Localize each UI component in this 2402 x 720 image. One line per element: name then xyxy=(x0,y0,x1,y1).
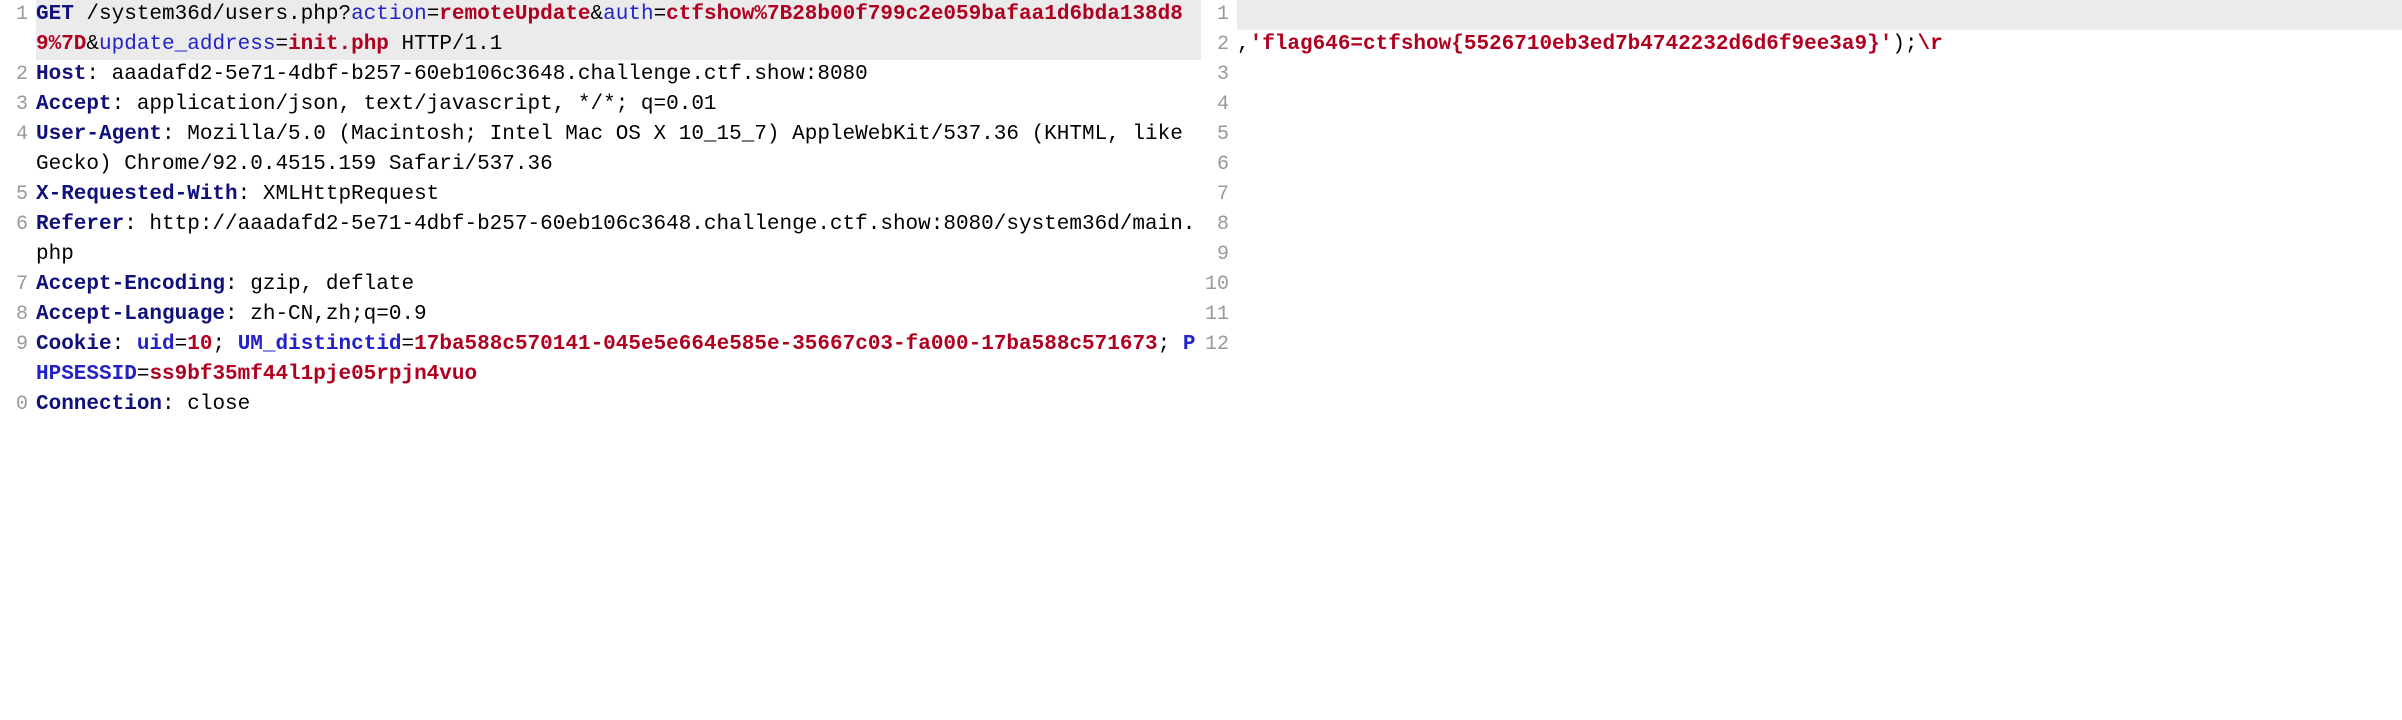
request-line[interactable]: X-Requested-With: XMLHttpRequest xyxy=(36,183,439,206)
request-segment: : XMLHttpRequest xyxy=(238,183,440,206)
response-line-number: 11 xyxy=(1201,300,1229,330)
request-segment: : zh-CN,zh;q=0.9 xyxy=(225,303,427,326)
split-view: 1 234 56 789 0 GET /system36d/users.php?… xyxy=(0,0,2402,720)
request-line-number: 7 xyxy=(0,270,28,300)
request-segment: User-Agent xyxy=(36,123,162,146)
request-segment: : aaadafd2-5e71-4dbf-b257-60eb106c3648.c… xyxy=(86,63,867,86)
request-segment: 17ba588c570141-045e5e664e585e-35667c03-f… xyxy=(414,333,1158,356)
request-line[interactable]: GET /system36d/users.php?action=remoteUp… xyxy=(36,0,1201,60)
request-pane[interactable]: 1 234 56 789 0 GET /system36d/users.php?… xyxy=(0,0,1201,720)
request-segment: & xyxy=(591,3,604,26)
request-segment: : xyxy=(112,333,137,356)
request-line[interactable]: Host: aaadafd2-5e71-4dbf-b257-60eb106c36… xyxy=(36,63,868,86)
request-line-number: 2 xyxy=(0,60,28,90)
request-line-number: 8 xyxy=(0,300,28,330)
request-segment: = xyxy=(175,333,188,356)
request-code[interactable]: GET /system36d/users.php?action=remoteUp… xyxy=(32,0,1201,720)
request-line-number: 6 xyxy=(0,210,28,240)
request-segment: auth xyxy=(603,3,653,26)
request-line-number: 5 xyxy=(0,180,28,210)
request-segment: action xyxy=(351,3,427,26)
response-line-number: 12 xyxy=(1201,330,1229,360)
request-gutter: 1 234 56 789 0 xyxy=(0,0,32,720)
response-line-number: 6 xyxy=(1201,150,1229,180)
request-line-number: 1 xyxy=(0,0,28,30)
request-segment: ss9bf35mf44l1pje05rpjn4vuo xyxy=(149,363,477,386)
request-segment: : http://aaadafd2-5e71-4dbf-b257-60eb106… xyxy=(36,213,1195,266)
request-line-number: 9 xyxy=(0,330,28,360)
request-line[interactable]: Accept-Encoding: gzip, deflate xyxy=(36,273,414,296)
request-segment: Referer xyxy=(36,213,124,236)
request-line-number-pad xyxy=(0,360,28,390)
response-code[interactable]: ,'flag646=ctfshow{5526710eb3ed7b4742232d… xyxy=(1233,0,2402,720)
request-segment: = xyxy=(427,3,440,26)
request-segment: Host xyxy=(36,63,86,86)
request-segment: : close xyxy=(162,393,250,416)
request-segment: Accept xyxy=(36,93,112,116)
request-segment: : gzip, deflate xyxy=(225,273,414,296)
response-line-number: 5 xyxy=(1201,120,1229,150)
response-segment xyxy=(1237,3,1250,26)
request-line[interactable]: Referer: http://aaadafd2-5e71-4dbf-b257-… xyxy=(36,213,1195,266)
request-line-number-pad xyxy=(0,150,28,180)
request-segment: HTTP/1.1 xyxy=(389,33,502,56)
response-line-number: 9 xyxy=(1201,240,1229,270)
request-segment: init.php xyxy=(288,33,389,56)
response-line-number: 1 xyxy=(1201,0,1229,30)
response-segment: , xyxy=(1237,33,1250,56)
request-line[interactable]: Connection: close xyxy=(36,393,250,416)
response-line[interactable]: ,'flag646=ctfshow{5526710eb3ed7b4742232d… xyxy=(1237,33,1943,56)
request-segment: uid xyxy=(137,333,175,356)
request-segment: = xyxy=(654,3,667,26)
request-segment: 10 xyxy=(187,333,212,356)
request-segment: : application/json, text/javascript, */*… xyxy=(112,93,717,116)
response-pane[interactable]: 123456789101112 ,'flag646=ctfshow{552671… xyxy=(1201,0,2402,720)
request-segment: update_address xyxy=(99,33,275,56)
request-segment: = xyxy=(402,333,415,356)
response-gutter: 123456789101112 xyxy=(1201,0,1233,720)
request-line[interactable]: Accept: application/json, text/javascrip… xyxy=(36,93,717,116)
request-segment: GET xyxy=(36,3,74,26)
response-segment: \r xyxy=(1918,33,1943,56)
request-segment: = xyxy=(275,33,288,56)
request-segment: : Mozilla/5.0 (Macintosh; Intel Mac OS X… xyxy=(36,123,1195,176)
request-line[interactable]: Cookie: uid=10; UM_distinctid=17ba588c57… xyxy=(36,333,1196,386)
response-line[interactable] xyxy=(1237,0,2402,30)
response-line-number: 4 xyxy=(1201,90,1229,120)
request-line[interactable]: User-Agent: Mozilla/5.0 (Macintosh; Inte… xyxy=(36,123,1195,176)
request-segment: /system36d/users.php? xyxy=(74,3,351,26)
response-line-number: 10 xyxy=(1201,270,1229,300)
request-segment: Connection xyxy=(36,393,162,416)
request-segment: ; xyxy=(1158,333,1183,356)
response-line-number: 2 xyxy=(1201,30,1229,60)
request-line-number-pad xyxy=(0,240,28,270)
request-segment: remoteUpdate xyxy=(439,3,590,26)
response-line-number: 7 xyxy=(1201,180,1229,210)
request-segment: Accept-Encoding xyxy=(36,273,225,296)
request-segment: UM_distinctid xyxy=(238,333,402,356)
request-line-number: 4 xyxy=(0,120,28,150)
response-segment: 'flag646=ctfshow{5526710eb3ed7b4742232d6… xyxy=(1250,33,1893,56)
request-segment: Cookie xyxy=(36,333,112,356)
request-segment: X-Requested-With xyxy=(36,183,238,206)
request-line-number-pad xyxy=(0,30,28,60)
request-line-number: 3 xyxy=(0,90,28,120)
response-line-number: 3 xyxy=(1201,60,1229,90)
request-line-number: 0 xyxy=(0,390,28,420)
request-line[interactable]: Accept-Language: zh-CN,zh;q=0.9 xyxy=(36,303,427,326)
response-line-number: 8 xyxy=(1201,210,1229,240)
request-segment: & xyxy=(86,33,99,56)
response-segment: ); xyxy=(1892,33,1917,56)
request-segment: Accept-Language xyxy=(36,303,225,326)
request-segment: = xyxy=(137,363,150,386)
request-segment: ; xyxy=(212,333,237,356)
